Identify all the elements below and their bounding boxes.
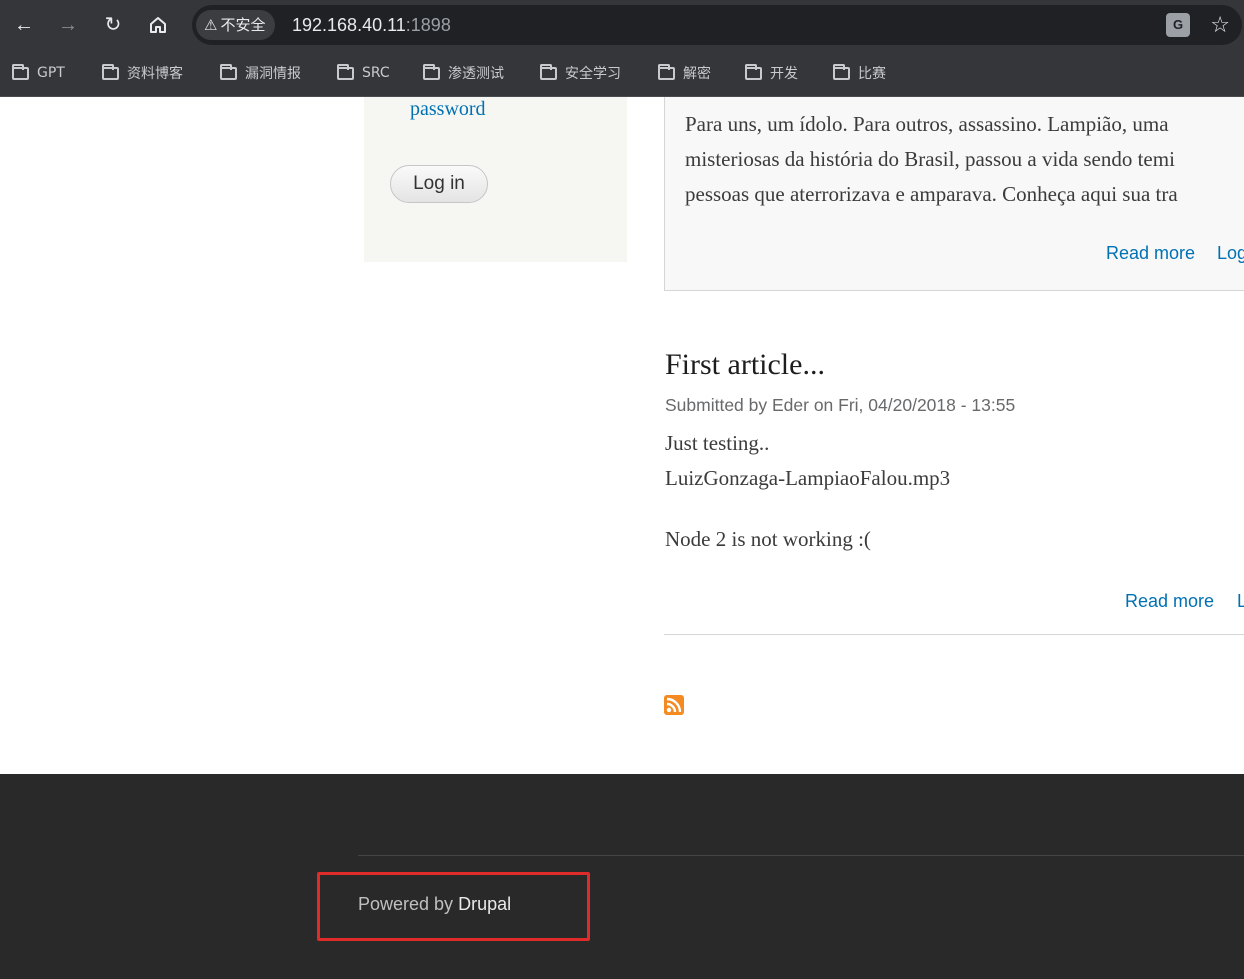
folder-icon [423, 63, 440, 80]
teaser-log-in-link[interactable]: Log [1217, 243, 1244, 264]
teaser-line: pessoas que aterrorizava e amparava. Con… [685, 182, 1178, 206]
article-log-in-link[interactable]: L [1237, 591, 1244, 612]
folder-icon [833, 63, 850, 80]
article-body-line: Just testing.. [665, 431, 770, 455]
site-footer: Powered by Drupal [0, 774, 1244, 979]
bookmark-label: 安全学习 [565, 66, 621, 82]
bookmark-folder[interactable]: 开发 [745, 62, 798, 84]
translate-icon[interactable]: G [1166, 13, 1190, 37]
article-body-line: LuizGonzaga-LampiaoFalou.mp3 [665, 466, 951, 490]
article-title[interactable]: First article... [665, 348, 825, 382]
url-host: 192.168.40.11 [292, 15, 406, 35]
url-port: :1898 [405, 15, 451, 35]
teaser-line: Para uns, um ídolo. Para outros, assassi… [685, 112, 1169, 136]
folder-icon [337, 63, 354, 80]
teaser-read-more-link[interactable]: Read more [1106, 243, 1195, 264]
bookmark-folder[interactable]: 渗透测试 [423, 62, 504, 84]
bookmarks-bar: GPT 资料博客 漏洞情报 SRC 渗透测试 安全学习 解密 开发 比赛 [0, 50, 1244, 97]
teaser-line: misteriosas da história do Brasil, passo… [685, 147, 1175, 171]
bookmark-folder[interactable]: 解密 [658, 62, 711, 84]
folder-icon [540, 63, 557, 80]
article-divider [664, 634, 1244, 635]
teaser-body: Para uns, um ídolo. Para outros, assassi… [685, 107, 1244, 212]
bookmark-label: 渗透测试 [448, 66, 504, 82]
bookmark-label: GPT [37, 65, 65, 81]
bookmark-folder[interactable]: SRC [337, 62, 390, 84]
bookmark-label: 比赛 [858, 66, 886, 82]
bookmark-folder[interactable]: 安全学习 [540, 62, 621, 84]
folder-icon [658, 63, 675, 80]
bookmark-star-icon[interactable]: ☆ [1210, 9, 1230, 41]
highlight-annotation-box [317, 872, 590, 941]
url-text[interactable]: 192.168.40.11:1898 [292, 5, 451, 45]
reload-icon[interactable]: ↻ [97, 9, 129, 41]
request-password-link[interactable]: password [410, 98, 486, 121]
folder-icon [745, 63, 762, 80]
user-login-block: password Log in [364, 97, 627, 262]
node-teaser: Para uns, um ídolo. Para outros, assassi… [664, 97, 1244, 291]
home-icon[interactable] [142, 9, 174, 41]
article-submitted-meta: Submitted by Eder on Fri, 04/20/2018 - 1… [665, 395, 1016, 415]
bookmark-label: SRC [362, 65, 390, 81]
page-viewport: password Log in Para uns, um ídolo. Para… [0, 97, 1244, 979]
folder-icon [220, 63, 237, 80]
folder-icon [12, 63, 29, 80]
forward-arrow-icon[interactable]: → [52, 9, 84, 41]
article-body-line: Node 2 is not working :( [665, 527, 871, 551]
article-read-more-link[interactable]: Read more [1125, 591, 1214, 612]
bookmark-label: 开发 [770, 66, 798, 82]
bookmark-folder[interactable]: GPT [12, 62, 65, 84]
bookmark-folder[interactable]: 比赛 [833, 62, 886, 84]
warning-icon: ⚠ [204, 16, 218, 34]
bookmark-label: 资料博客 [127, 66, 183, 82]
security-label: 不安全 [220, 16, 266, 34]
rss-feed-icon[interactable] [664, 695, 684, 715]
browser-toolbar: ← → ↻ ⚠ 不安全 192.168.40.11:1898 G ☆ [0, 0, 1244, 50]
bookmark-label: 漏洞情报 [245, 66, 301, 82]
log-in-button[interactable]: Log in [390, 165, 488, 203]
bookmark-folder[interactable]: 资料博客 [102, 62, 183, 84]
address-bar[interactable]: ⚠ 不安全 192.168.40.11:1898 G ☆ [192, 5, 1242, 45]
back-arrow-icon[interactable]: ← [8, 9, 40, 41]
folder-icon [102, 63, 119, 80]
bookmark-folder[interactable]: 漏洞情报 [220, 62, 301, 84]
footer-divider [358, 855, 1244, 856]
security-chip[interactable]: ⚠ 不安全 [196, 10, 276, 40]
bookmark-label: 解密 [683, 66, 711, 82]
